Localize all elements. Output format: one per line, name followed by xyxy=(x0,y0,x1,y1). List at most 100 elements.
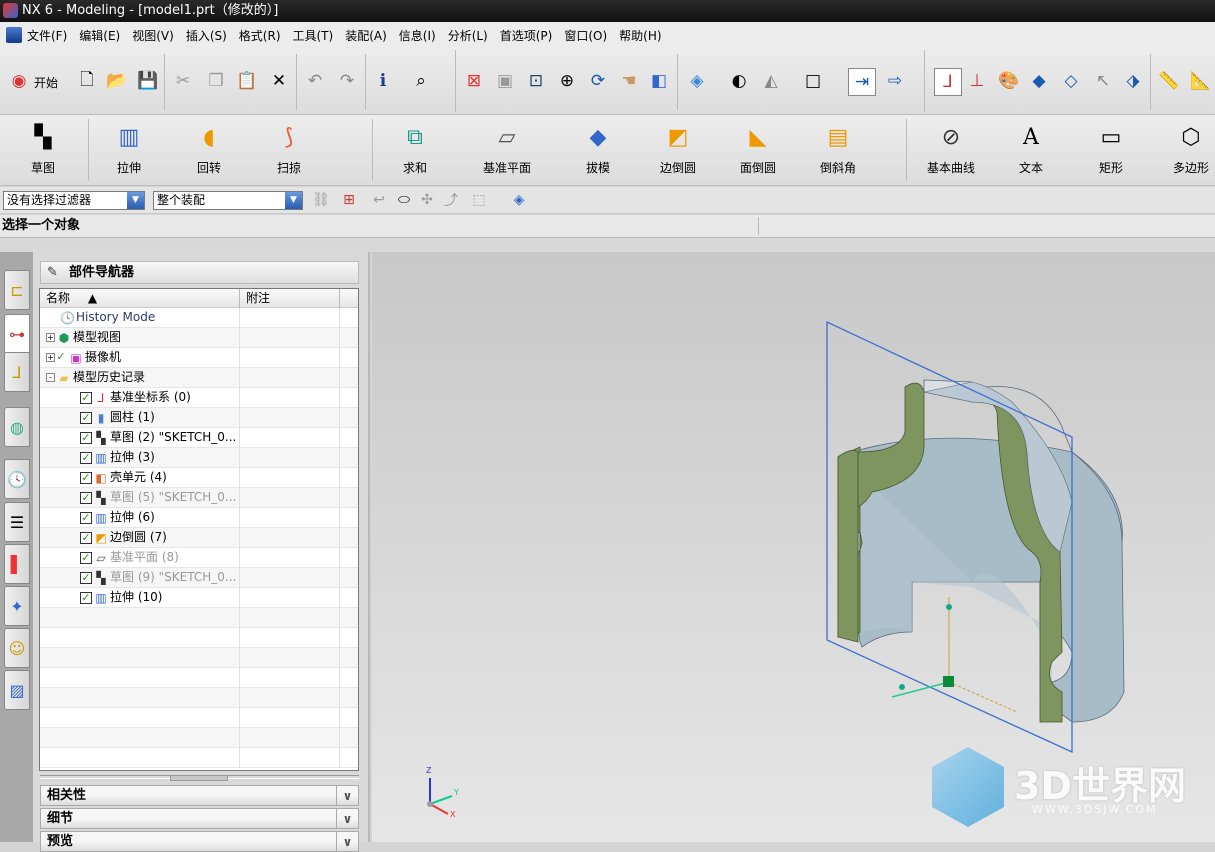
copy-icon[interactable]: ❐ xyxy=(205,70,227,92)
paste-icon[interactable]: 📋 xyxy=(236,70,258,92)
type-filter-dropdown[interactable]: 没有选择过滤器 ▼ xyxy=(3,191,145,210)
measure-angle-icon[interactable]: 📐 xyxy=(1190,70,1212,92)
chevron-down-icon[interactable]: ∨ xyxy=(336,786,358,805)
select-back-icon[interactable]: ↩ xyxy=(368,189,390,211)
tree-row[interactable]: ✓ ▚ 草图 (9) "SKETCH_0... xyxy=(40,568,358,588)
perspective-icon[interactable]: ◧ xyxy=(648,70,670,92)
face-blend-button[interactable]: ◣ 面倒圆 xyxy=(723,123,793,176)
process-studio-tab[interactable]: ☰ xyxy=(4,502,30,542)
visibility-checkbox[interactable]: ✓ xyxy=(55,351,67,364)
sweep-button[interactable]: ⟆ 扫掠 xyxy=(254,123,324,176)
roles-tab[interactable]: ✦ xyxy=(4,586,30,626)
tree-row[interactable]: ✓ ▮ 圆柱 (1) xyxy=(40,408,358,428)
information-icon[interactable]: ℹ xyxy=(372,70,394,92)
visibility-checkbox[interactable]: ✓ xyxy=(80,551,92,564)
select-hide-icon[interactable]: ↖ xyxy=(1092,70,1114,92)
shaded-cube-icon[interactable]: ◈ xyxy=(686,70,708,92)
tree-row[interactable]: ✓ ◩ 边倒圆 (7) xyxy=(40,528,358,548)
rotate-icon[interactable]: ⟳ xyxy=(587,70,609,92)
visualization-tab[interactable]: ▌ xyxy=(4,544,30,584)
open-folder-icon[interactable]: 📂 xyxy=(106,70,128,92)
collapse-icon[interactable]: - xyxy=(46,373,55,382)
menu-window[interactable]: 窗口(O) xyxy=(564,27,607,44)
visibility-checkbox[interactable]: ✓ xyxy=(80,451,92,464)
visibility-checkbox[interactable]: ✓ xyxy=(80,411,92,424)
menu-view[interactable]: 视图(V) xyxy=(132,27,174,44)
start-button[interactable]: 开始 xyxy=(34,74,58,91)
tree-row[interactable]: + ⬢ 模型视图 xyxy=(40,328,358,348)
sketch-button[interactable]: ▚ 草图 xyxy=(8,123,78,176)
wcs-icon[interactable]: ⅃ xyxy=(934,68,962,96)
visibility-checkbox[interactable]: ✓ xyxy=(80,591,92,604)
part-navigator-tab[interactable]: ⊶ xyxy=(4,314,30,354)
hide-icon[interactable]: ◇ xyxy=(1060,70,1082,92)
tree-row[interactable]: ✓ ⅃ 基准坐标系 (0) xyxy=(40,388,358,408)
tree-row[interactable]: ✓ ▥ 拉伸 (10) xyxy=(40,588,358,608)
menu-analysis[interactable]: 分析(L) xyxy=(448,27,488,44)
tree-row[interactable]: ✓ ▱ 基准平面 (8) xyxy=(40,548,358,568)
menu-information[interactable]: 信息(I) xyxy=(399,27,436,44)
chevron-down-icon[interactable]: ▼ xyxy=(127,192,144,209)
menu-assemblies[interactable]: 装配(A) xyxy=(345,27,387,44)
reuse-library-tab[interactable]: ⅃ xyxy=(4,352,30,392)
column-header-name[interactable]: 名称 ▲ xyxy=(40,289,240,308)
redo-icon[interactable]: ↷ xyxy=(336,70,358,92)
assembly-filter-icon[interactable]: ⛓ xyxy=(310,189,332,211)
menu-format[interactable]: 格式(R) xyxy=(239,27,281,44)
tree-row[interactable]: - ▰ 模型历史记录 xyxy=(40,368,358,388)
revolve-button[interactable]: ◖ 回转 xyxy=(174,123,244,176)
visibility-checkbox[interactable]: ✓ xyxy=(80,391,92,404)
tree-row[interactable]: ✓ ◧ 壳单元 (4) xyxy=(40,468,358,488)
find-binoculars-icon[interactable]: ⌕ xyxy=(410,70,432,92)
visibility-checkbox[interactable]: ✓ xyxy=(80,511,92,524)
panel-dependencies[interactable]: 相关性 ∨ xyxy=(40,785,359,806)
tree-row[interactable]: ✓ ▥ 拉伸 (3) xyxy=(40,448,358,468)
invert-show-icon[interactable]: ⬗ xyxy=(1122,70,1144,92)
splitter-handle[interactable] xyxy=(170,775,228,781)
chevron-down-icon[interactable]: ▼ xyxy=(285,192,302,209)
color-box-icon[interactable]: □ xyxy=(802,70,824,92)
tree-row[interactable]: ✓ ▚ 草图 (5) "SKETCH_0... xyxy=(40,488,358,508)
web-browser-tab[interactable]: ◍ xyxy=(4,407,30,447)
measure-distance-icon[interactable]: 📏 xyxy=(1158,70,1180,92)
wcs-origin-icon[interactable]: ⊥ xyxy=(966,70,988,92)
menu-tools[interactable]: 工具(T) xyxy=(293,27,334,44)
text-button[interactable]: A 文本 xyxy=(996,123,1066,176)
edit-object-display-icon[interactable]: 🎨 xyxy=(998,70,1020,92)
select-feature-icon[interactable]: ⬭ xyxy=(393,189,415,211)
extrude-button[interactable]: ▥ 拉伸 xyxy=(94,123,164,176)
graphics-window[interactable]: Z Y X 3D世界网 WWW.3DSJW.COM xyxy=(372,252,1215,842)
visibility-checkbox[interactable]: ✓ xyxy=(80,471,92,484)
expand-icon[interactable]: + xyxy=(46,353,55,362)
work-layer-icon[interactable]: ◭ xyxy=(760,70,782,92)
column-header-comment[interactable]: 附注 xyxy=(240,289,340,308)
menu-edit[interactable]: 编辑(E) xyxy=(79,27,120,44)
panel-details[interactable]: 细节 ∨ xyxy=(40,808,359,829)
pan-icon[interactable]: ☚ xyxy=(618,70,640,92)
section-view-icon[interactable]: ⇥ xyxy=(848,68,876,96)
tree-row[interactable]: 🕓History Mode xyxy=(40,308,358,328)
rectangle-select-icon[interactable]: ⬚ xyxy=(468,189,490,211)
zoom-area-icon[interactable]: ⊡ xyxy=(525,70,547,92)
delete-icon[interactable]: ✕ xyxy=(268,70,290,92)
unite-button[interactable]: ⧉ 求和 xyxy=(380,123,450,176)
point-select-icon[interactable]: ✣ xyxy=(416,189,438,211)
menu-preferences[interactable]: 首选项(P) xyxy=(500,27,553,44)
basic-curves-button[interactable]: ⊘ 基本曲线 xyxy=(916,123,986,176)
background-icon[interactable]: ◐ xyxy=(728,70,750,92)
start-icon[interactable]: ◉ xyxy=(8,70,30,92)
visibility-checkbox[interactable]: ✓ xyxy=(80,531,92,544)
pin-icon[interactable]: ✎ xyxy=(47,262,58,283)
edge-blend-button[interactable]: ◩ 边倒圆 xyxy=(643,123,713,176)
scope-dropdown[interactable]: 整个装配 ▼ xyxy=(153,191,303,210)
app-menu-icon[interactable] xyxy=(6,27,22,43)
new-file-icon[interactable]: 🗋 xyxy=(76,70,98,92)
menu-file[interactable]: 文件(F) xyxy=(27,27,67,44)
zoom-in-icon[interactable]: ⊕ xyxy=(556,70,578,92)
scene-tab[interactable]: ▨ xyxy=(4,670,30,710)
tree-row[interactable]: ✓ ▥ 拉伸 (6) xyxy=(40,508,358,528)
fit-icon[interactable]: ⊠ xyxy=(463,70,485,92)
tree-row[interactable]: + ✓ ▣ 摄像机 xyxy=(40,348,358,368)
cut-icon[interactable]: ✂ xyxy=(172,70,194,92)
undo-icon[interactable]: ↶ xyxy=(304,70,326,92)
